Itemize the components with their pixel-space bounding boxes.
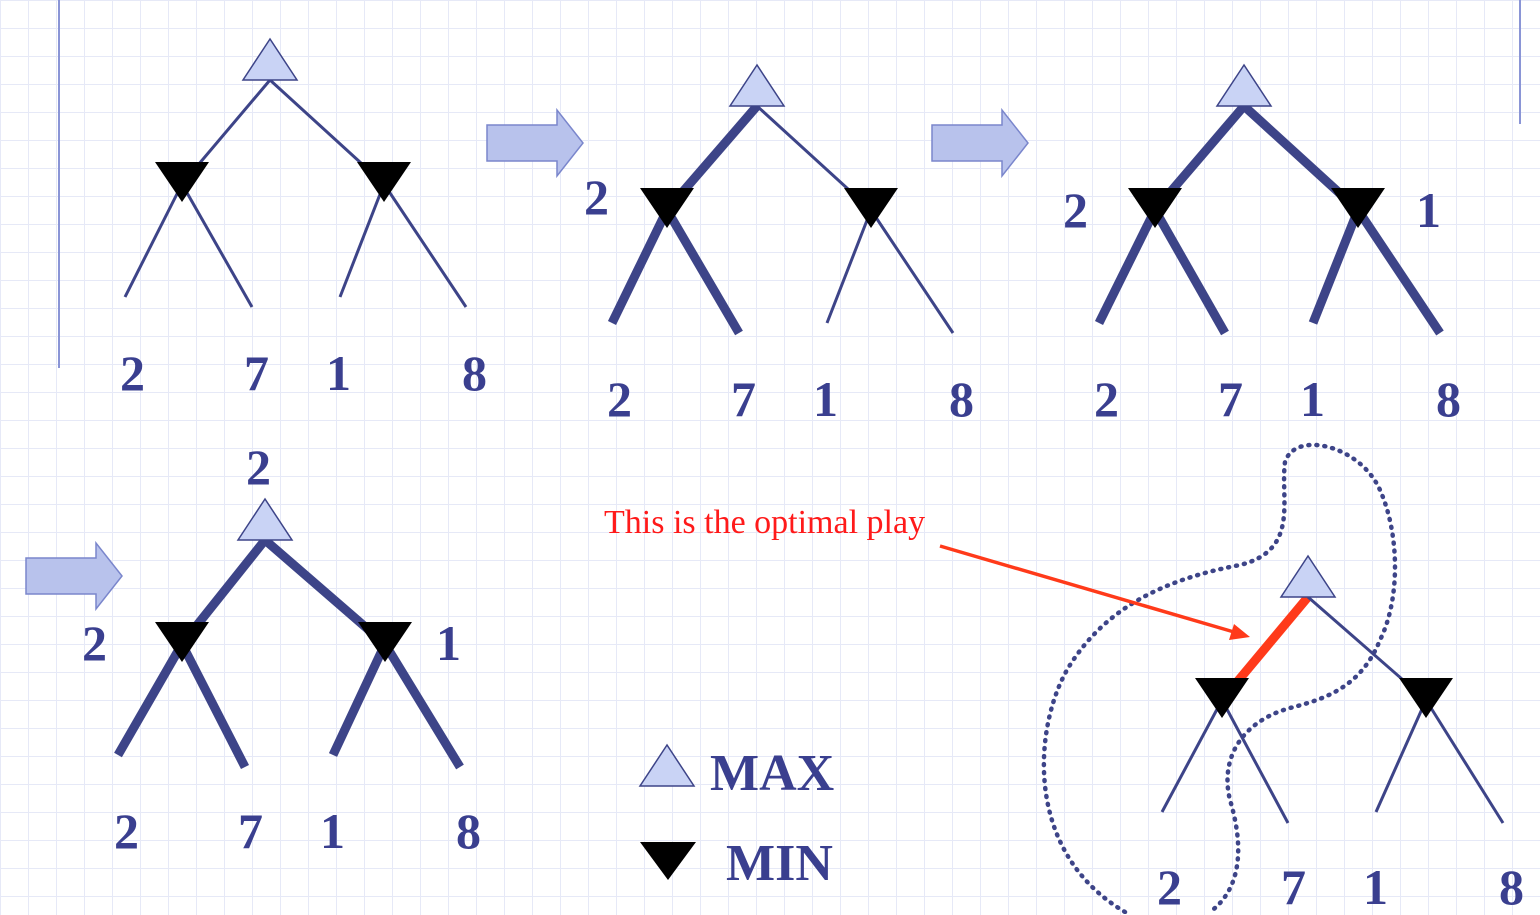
step-arrow-3-to-4 (25, 540, 123, 612)
panel-4-leaf-2: 7 (238, 803, 263, 859)
panel-3-min-left-value: 2 (1063, 182, 1088, 238)
panel-3-leaf-3: 1 (1300, 371, 1325, 427)
panel-4-min-left-value: 2 (82, 615, 107, 671)
panel-4-edge-right-leaf-3 (328, 642, 390, 757)
legend-max-label: MAX (710, 745, 835, 802)
panel-4-min-left-node (155, 622, 209, 662)
panel-3-min-left-node (1128, 188, 1182, 228)
panel-1-edge-left-leaf-2 (180, 183, 254, 308)
panel-1-min-left-node (155, 162, 209, 202)
panel-4-min-right-value: 1 (436, 615, 461, 671)
panel-2-edge-right-leaf-3 (825, 209, 873, 324)
step-arrow-1-to-2 (486, 107, 584, 179)
panel-4-root-value: 2 (246, 439, 271, 495)
panel-5-leaf-1: 2 (1157, 859, 1182, 915)
panel-2-min-left-node (640, 188, 694, 228)
panel-1-min-right-node (357, 162, 411, 202)
panel-4-max-node (236, 497, 294, 541)
panel-1-leaf-2: 7 (244, 345, 269, 401)
panel-3-leaf-1: 2 (1094, 371, 1119, 427)
panel-2-edge-left-leaf-1 (607, 208, 672, 325)
panel-1-edge-left-leaf-1 (123, 183, 184, 298)
step-arrow-2-to-3 (931, 107, 1029, 179)
panel-2-max-node (728, 63, 786, 107)
panel-4-leaf-3: 1 (320, 803, 345, 859)
panel-3-leaf-2: 7 (1218, 371, 1243, 427)
panel-4-leaf-4: 8 (456, 803, 481, 859)
panel-3-min-right-node (1331, 188, 1385, 228)
panel-2-min-left-value: 2 (584, 169, 609, 225)
panel-3-edge-right-leaf-3 (1308, 208, 1363, 325)
annotation-pointer (939, 544, 1250, 640)
panel-2-leaf-1: 2 (607, 371, 632, 427)
panel-1-leaf-3: 1 (326, 345, 351, 401)
panel-2-leaf-2: 7 (731, 371, 756, 427)
panel-3-max-node (1215, 63, 1273, 107)
panel-3-edge-left-leaf-1 (1094, 208, 1160, 325)
panel-5-edge-right-leaf-3 (1374, 699, 1428, 813)
panel-1-max-node (241, 37, 299, 81)
panel-3-min-right-value: 1 (1416, 182, 1441, 238)
panel-2-edge-right-leaf-4 (869, 209, 955, 334)
panel-5-min-left-node (1195, 678, 1249, 718)
panel-5-leaf-3: 1 (1363, 859, 1388, 915)
panel-5-edge-left-leaf-1 (1160, 699, 1224, 813)
panel-2-leaf-4: 8 (949, 371, 974, 427)
panel-4-edge-left-leaf-1 (114, 641, 186, 758)
minimax-diagram: 2 7 1 8 2 2 7 1 8 2 1 2 7 1 8 2 2 1 2 7 … (0, 0, 1540, 914)
panel-3-leaf-4: 8 (1436, 371, 1461, 427)
panel-5-edge-right-leaf-4 (1424, 699, 1505, 824)
legend-min-triangle-icon (640, 842, 696, 880)
panel-2-min-right-node (844, 188, 898, 228)
panel-3-edge-left-leaf-2 (1151, 207, 1229, 336)
panel-1-edge-right-leaf-4 (382, 183, 468, 308)
panel-2-edge-left-leaf-2 (663, 207, 743, 336)
legend-max-triangle-icon (638, 743, 696, 787)
panel-1-edge-right-leaf-3 (338, 183, 386, 298)
panel-4-leaf-1: 2 (114, 803, 139, 859)
panel-5-leaf-4: 8 (1499, 859, 1524, 915)
panel-5-min-right-node (1399, 678, 1453, 718)
panel-1-leaf-1: 2 (120, 345, 145, 401)
pointer-line (939, 544, 1235, 634)
panel-4-min-right-node (358, 622, 412, 662)
panel-1-leaf-4: 8 (462, 345, 487, 401)
legend-min-label: MIN (726, 835, 833, 892)
panel-2-leaf-3: 1 (813, 371, 838, 427)
panel-5-max-node (1279, 554, 1337, 598)
optimal-play-caption: This is the optimal play (604, 504, 926, 541)
panel-5-leaf-2: 7 (1281, 859, 1306, 915)
pointer-head (1229, 624, 1250, 640)
panel-4-edge-left-leaf-2 (177, 641, 250, 770)
